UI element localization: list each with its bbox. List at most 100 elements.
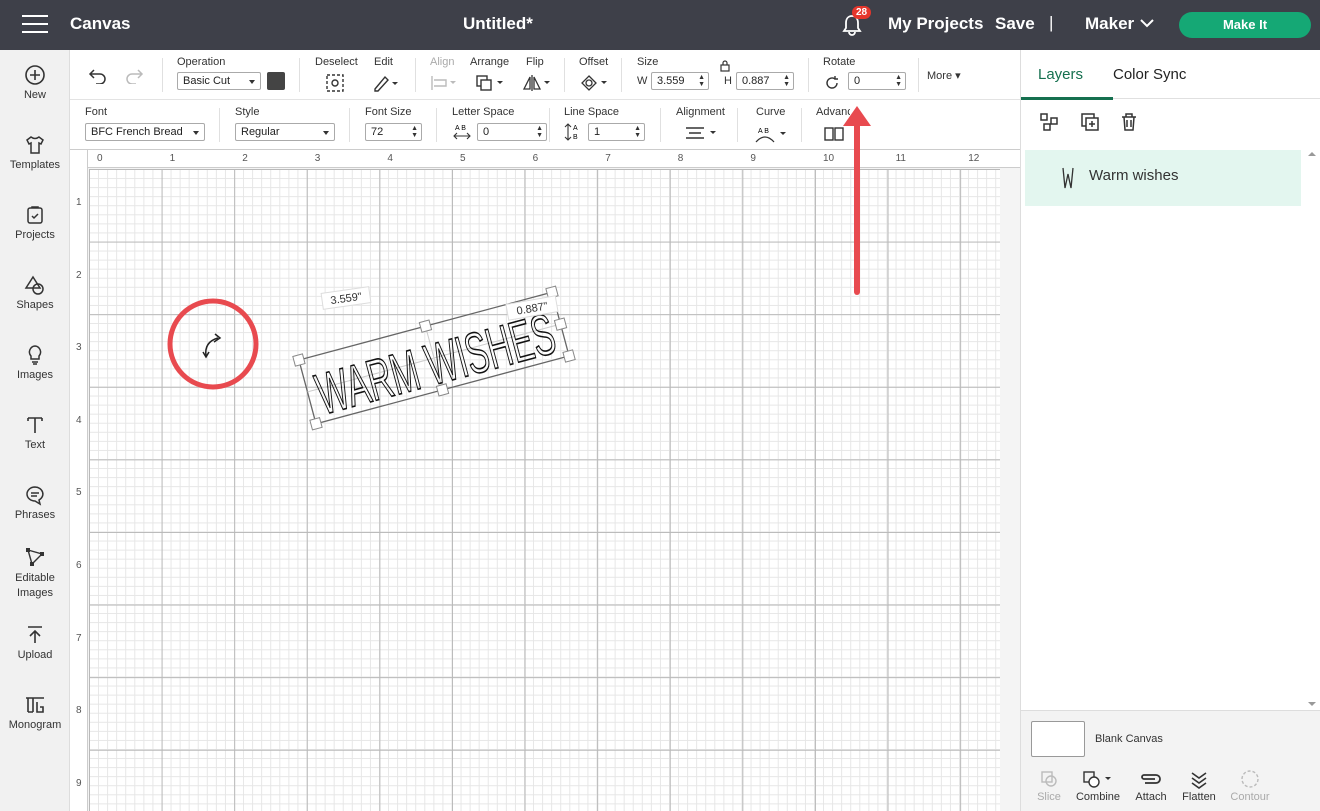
handle-bottom[interactable] <box>435 383 450 397</box>
handle-right[interactable] <box>553 317 568 331</box>
arrange-icon[interactable] <box>475 74 505 92</box>
handle-bottom-right[interactable] <box>562 349 576 363</box>
flip-icon[interactable] <box>522 73 552 93</box>
sidebar-item-monogram[interactable]: Monogram <box>0 694 70 731</box>
text-toolbar: Font BFC French Bread Style Regular Font… <box>70 100 1020 150</box>
sidebar-item-upload[interactable]: Upload <box>0 624 70 661</box>
layer-name: Warm wishes <box>1089 167 1179 184</box>
sidebar-item-label: Text <box>24 439 46 451</box>
width-dimension-tag: 3.559" <box>320 286 372 310</box>
sidebar-item-templates[interactable]: Templates <box>0 134 70 171</box>
slice-button[interactable]: Slice <box>1024 769 1074 803</box>
header-separator: | <box>1049 13 1054 32</box>
make-it-button[interactable]: Make It <box>1179 12 1311 38</box>
flatten-button[interactable]: Flatten <box>1174 769 1224 803</box>
design-canvas[interactable]: 0 1 2 3 4 5 6 7 8 9 10 11 12 123456789 WARM WISHES 3… <box>70 150 1020 811</box>
document-title[interactable]: Untitled* <box>463 14 533 34</box>
layer-item[interactable]: Warm wishes <box>1025 150 1301 206</box>
height-input[interactable]: 0.887 ▲ ▼ <box>736 72 794 90</box>
top-bar: Canvas Untitled* 28 My Projects Save | M… <box>0 0 1320 50</box>
sidebar-item-shapes[interactable]: Shapes <box>0 274 70 311</box>
duplicate-icon[interactable] <box>1079 111 1101 133</box>
align-icon[interactable] <box>430 75 458 91</box>
sidebar-item-label: Phrases <box>14 509 56 521</box>
flip-label: Flip <box>526 56 544 68</box>
machine-select[interactable]: Maker <box>1085 14 1134 34</box>
menu-icon[interactable] <box>22 15 48 35</box>
object-text: WARM WISHES <box>309 301 562 427</box>
contour-icon <box>1241 770 1259 788</box>
group-icon[interactable] <box>1038 111 1060 133</box>
deselect-icon[interactable] <box>325 73 345 93</box>
combine-button[interactable]: Combine <box>1073 769 1123 803</box>
my-projects-link[interactable]: My Projects <box>888 14 983 34</box>
align-label: Align <box>430 56 455 68</box>
letter-space-input[interactable]: 0 ▲ ▼ <box>477 123 547 141</box>
sidebar-item-label: Projects <box>15 229 55 241</box>
operation-select[interactable]: Basic Cut <box>177 72 261 90</box>
right-panel: Layers Color Sync Warm wishes Blank Canv… <box>1020 50 1320 811</box>
pen-edit-icon[interactable] <box>372 74 400 92</box>
rotate-input[interactable]: 0 ▲ ▼ <box>848 72 906 90</box>
contour-button[interactable]: Contour <box>1225 769 1275 803</box>
height-value: 0.887 <box>742 75 770 87</box>
handle-top-left[interactable] <box>292 353 306 367</box>
combine-label: Combine <box>1075 791 1121 803</box>
handle-bottom-left[interactable] <box>309 417 323 431</box>
sidebar-item-new[interactable]: New <box>0 64 70 101</box>
slice-icon <box>1041 771 1057 787</box>
alignment-label: Alignment <box>676 106 725 118</box>
flatten-label: Flatten <box>1182 791 1216 803</box>
font-value: BFC French Bread <box>91 126 183 138</box>
width-label: W <box>637 75 648 87</box>
edit-toolbar: Operation Basic Cut Deselect Edit Align … <box>70 50 1020 100</box>
curve-text-icon[interactable]: A B <box>754 124 790 144</box>
line-space-input[interactable]: 1 ▲ ▼ <box>588 123 645 141</box>
layers-scrollbar[interactable] <box>1305 150 1319 710</box>
attach-button[interactable]: Attach <box>1126 769 1176 803</box>
notification-badge: 28 <box>852 6 872 19</box>
line-space-icon: AB <box>564 123 578 141</box>
tab-layers[interactable]: Layers <box>1038 66 1083 83</box>
sidebar-item-label: Monogram <box>8 719 62 731</box>
text-align-icon[interactable] <box>684 125 720 141</box>
blank-canvas-swatch[interactable] <box>1031 721 1085 757</box>
offset-icon[interactable] <box>579 73 609 93</box>
red-arrow-annotation <box>843 106 871 295</box>
operation-color-swatch[interactable] <box>267 72 285 90</box>
lock-icon[interactable] <box>719 60 731 72</box>
more-label: More <box>927 70 953 82</box>
sidebar-item-label: Templates <box>9 159 61 171</box>
trash-icon[interactable] <box>1118 111 1140 133</box>
style-value: Regular <box>241 126 280 138</box>
monogram-icon <box>26 697 44 713</box>
chevron-down-icon[interactable] <box>1139 17 1155 29</box>
lightbulb-icon <box>28 345 42 365</box>
sidebar-item-label: Images <box>16 369 54 381</box>
rotate-value: 0 <box>854 75 861 87</box>
sidebar-item-phrases[interactable]: Phrases <box>0 484 70 521</box>
font-size-input[interactable]: 72 ▲ ▼ <box>365 123 422 141</box>
style-select[interactable]: Regular <box>235 123 335 141</box>
letter-space-label: Letter Space <box>452 106 515 118</box>
sidebar-item-editable-images[interactable]: Editable Images <box>0 546 70 601</box>
rotate-handle-icon[interactable] <box>202 333 222 359</box>
redo-icon[interactable] <box>124 68 144 84</box>
sidebar-item-projects[interactable]: Projects <box>0 204 70 241</box>
plus-circle-icon <box>25 65 45 85</box>
width-input[interactable]: 3.559 ▲ ▼ <box>651 72 709 90</box>
font-select[interactable]: BFC French Bread <box>85 123 205 141</box>
sidebar-item-text[interactable]: Text <box>0 414 70 451</box>
more-menu[interactable]: More ▾ <box>927 69 961 82</box>
edit-label: Edit <box>374 56 393 68</box>
combine-icon <box>1083 771 1111 788</box>
highlight-circle <box>167 298 259 390</box>
sidebar-item-images[interactable]: Images <box>0 344 70 381</box>
handle-top[interactable] <box>418 319 433 333</box>
tab-color-sync[interactable]: Color Sync <box>1113 66 1186 83</box>
save-button[interactable]: Save <box>995 14 1035 34</box>
sidebar-item-label: Shapes <box>16 299 54 311</box>
rotate-label: Rotate <box>823 56 856 68</box>
undo-icon[interactable] <box>88 68 108 84</box>
speech-bubble-icon <box>26 486 44 506</box>
